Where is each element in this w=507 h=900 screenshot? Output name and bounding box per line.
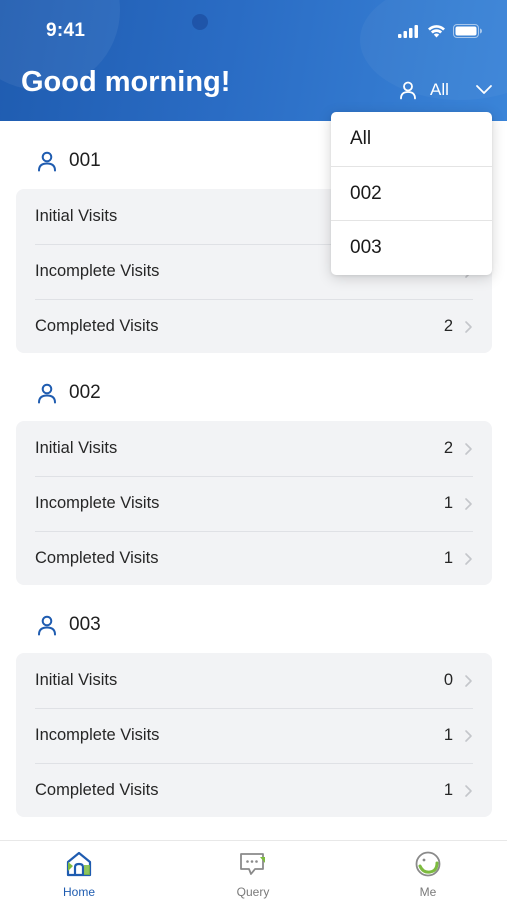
- row-label: Initial Visits: [35, 207, 118, 225]
- me-icon: [415, 851, 441, 877]
- row-label: Incomplete Visits: [35, 726, 160, 744]
- row-count: 1: [443, 726, 453, 744]
- row-incomplete-visits[interactable]: Incomplete Visits 1: [35, 476, 473, 531]
- tab-home[interactable]: Home: [34, 849, 124, 899]
- group-header: 003: [36, 613, 101, 637]
- row-incomplete-visits[interactable]: Incomplete Visits 1: [35, 708, 473, 763]
- chevron-right-icon: [465, 552, 472, 565]
- filter-dropdown-trigger[interactable]: All: [398, 78, 493, 102]
- row-label: Incomplete Visits: [35, 262, 160, 280]
- row-count: 1: [443, 781, 453, 799]
- chevron-right-icon: [465, 497, 472, 510]
- status-bar: 9:41: [0, 0, 507, 62]
- group-header: 002: [36, 381, 101, 405]
- user-icon: [38, 151, 56, 172]
- row-label: Completed Visits: [35, 549, 159, 567]
- chevron-right-icon: [465, 729, 472, 742]
- tab-query[interactable]: Query: [208, 849, 298, 899]
- visits-card: Initial Visits 0 Incomplete Visits 1 Com…: [16, 653, 492, 817]
- user-icon: [38, 615, 56, 636]
- row-label: Initial Visits: [35, 439, 118, 457]
- row-completed-visits[interactable]: Completed Visits 2: [35, 299, 473, 354]
- row-label: Initial Visits: [35, 671, 118, 689]
- status-icons: [398, 24, 483, 38]
- row-label: Completed Visits: [35, 781, 159, 799]
- filter-dropdown-menu: All 002 003: [331, 112, 492, 275]
- group-name: 003: [69, 614, 101, 635]
- dropdown-option-all[interactable]: All: [331, 112, 492, 166]
- row-completed-visits[interactable]: Completed Visits 1: [35, 531, 473, 586]
- row-count: 2: [443, 439, 453, 457]
- filter-selected-label: All: [430, 80, 449, 99]
- tab-label: Home: [62, 885, 95, 899]
- tab-me[interactable]: Me: [383, 849, 473, 899]
- battery-icon: [453, 24, 482, 38]
- user-icon: [400, 81, 416, 100]
- row-count: 0: [443, 671, 453, 689]
- visits-card: Initial Visits 2 Incomplete Visits 1 Com…: [16, 421, 492, 585]
- signal-icon: [398, 24, 418, 38]
- status-time: 9:41: [46, 20, 86, 41]
- dropdown-option-003[interactable]: 003: [331, 220, 492, 274]
- tab-label: Me: [419, 885, 437, 899]
- row-initial-visits[interactable]: Initial Visits 0: [35, 653, 473, 708]
- chevron-right-icon: [465, 784, 472, 797]
- group-header: 001: [36, 149, 101, 173]
- dropdown-option-002[interactable]: 002: [331, 166, 492, 220]
- row-completed-visits[interactable]: Completed Visits 1: [35, 763, 473, 818]
- row-initial-visits[interactable]: Initial Visits 2: [35, 421, 473, 476]
- row-count: 1: [443, 549, 453, 567]
- user-icon: [38, 383, 56, 404]
- chevron-right-icon: [465, 320, 472, 333]
- wifi-icon: [428, 25, 445, 38]
- tab-label: Query: [236, 885, 270, 899]
- row-count: 2: [443, 317, 453, 335]
- chevron-right-icon: [465, 442, 472, 455]
- group-name: 001: [69, 150, 101, 171]
- row-label: Completed Visits: [35, 317, 159, 335]
- row-label: Incomplete Visits: [35, 494, 160, 512]
- header: 9:41 Good morning! All: [0, 0, 507, 121]
- group-name: 002: [69, 382, 101, 403]
- chevron-down-icon: [476, 85, 492, 94]
- query-icon: [240, 853, 265, 875]
- chevron-right-icon: [465, 674, 472, 687]
- bottom-tab-bar: Home Query Me: [0, 840, 507, 900]
- greeting-title: Good morning!: [21, 66, 231, 98]
- row-count: 1: [443, 494, 453, 512]
- home-icon: [66, 851, 92, 877]
